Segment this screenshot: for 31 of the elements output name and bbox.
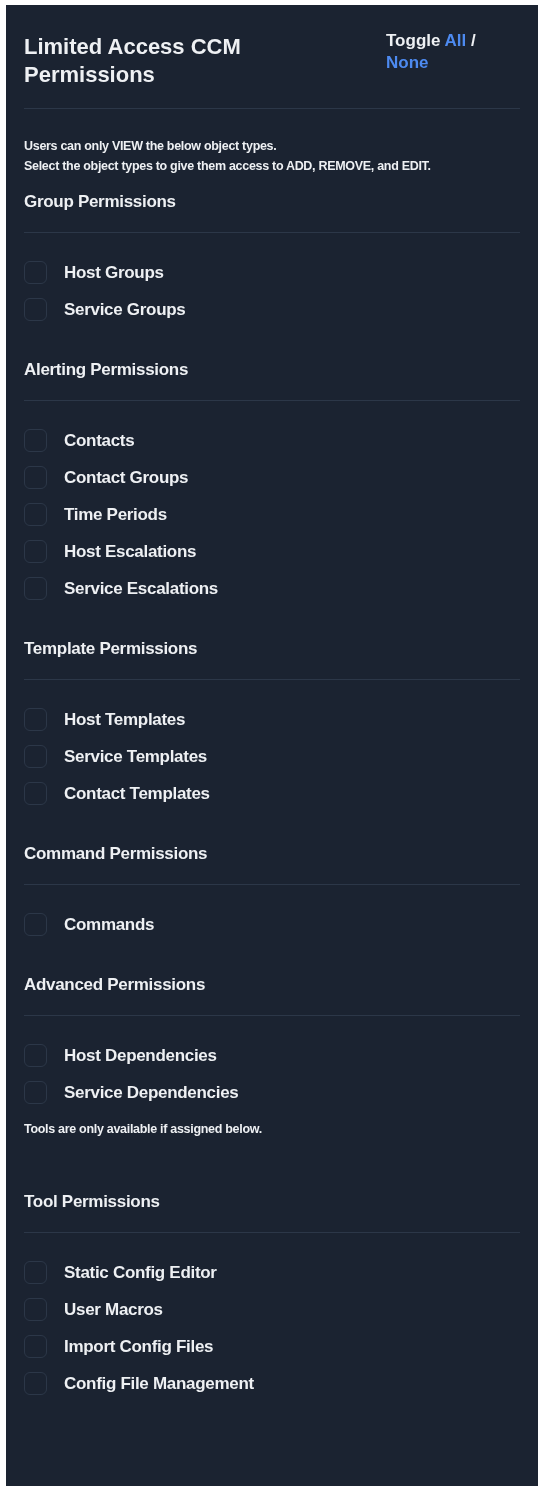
checkbox-label: Host Groups [64,261,164,284]
section-heading: Tool Permissions [24,1191,161,1213]
checkbox-label: Service Templates [64,745,207,768]
checkbox-label: Service Groups [64,298,186,321]
panel-title: Limited Access CCM Permissions [24,33,242,89]
checkbox-label: Host Dependencies [64,1044,217,1067]
checkbox-label: Host Templates [64,708,186,731]
section-heading: Advanced Permissions [24,974,207,996]
checkbox-label: Time Periods [64,503,167,526]
section-heading: Command Permissions [24,843,209,865]
checkbox-label: Import Config Files [64,1335,214,1358]
checkbox-label: Config File Management [64,1372,254,1395]
toggle-all-link[interactable]: All [444,31,467,50]
checkbox-label: Contact Templates [64,782,210,805]
toggle-label: Toggle [386,31,441,50]
checkbox-label: Commands [64,913,155,936]
note-text: Tools are only available if assigned below. [24,1121,263,1137]
intro-text: Select the object types to give them access to ADD, REMOVE, and EDIT. [24,158,432,175]
checkbox-label: Static Config Editor [64,1261,217,1284]
checkbox-label: User Macros [64,1298,163,1321]
checkbox-label: Contacts [64,429,135,452]
section-heading: Group Permissions [24,191,177,213]
section-heading: Alerting Permissions [24,359,190,381]
checkbox-label: Host Escalations [64,540,197,563]
section-heading: Template Permissions [24,638,199,660]
toggle-none-link[interactable]: None [386,53,429,72]
checkbox-label: Contact Groups [64,466,189,489]
intro-text: Users can only VIEW the below object types. [24,138,278,155]
checkbox-label: Service Escalations [64,577,218,600]
toggle-separator: / [471,31,476,50]
checkbox-label: Service Dependencies [64,1081,239,1104]
